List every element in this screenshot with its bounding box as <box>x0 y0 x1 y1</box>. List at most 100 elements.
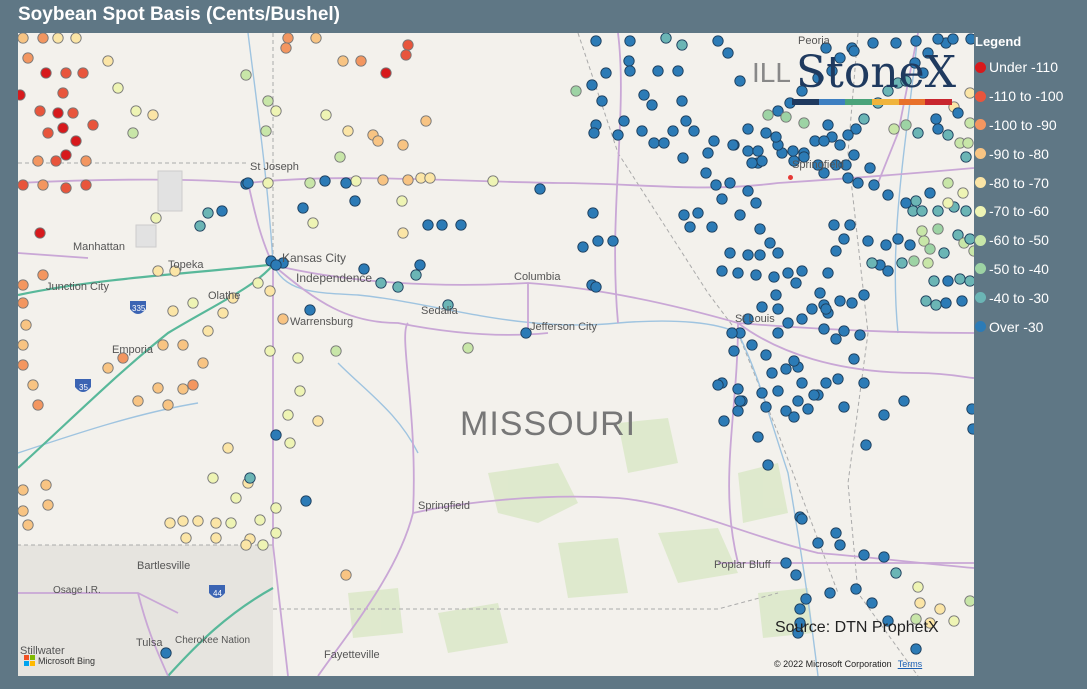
basis-point[interactable] <box>800 593 812 605</box>
basis-point[interactable] <box>914 597 926 609</box>
basis-point[interactable] <box>270 429 282 441</box>
basis-point[interactable] <box>796 377 808 389</box>
basis-point[interactable] <box>900 197 912 209</box>
basis-point[interactable] <box>262 95 274 107</box>
basis-point[interactable] <box>202 325 214 337</box>
basis-point[interactable] <box>586 79 598 91</box>
basis-point[interactable] <box>216 205 228 217</box>
basis-point[interactable] <box>960 205 972 217</box>
basis-point[interactable] <box>782 317 794 329</box>
basis-point[interactable] <box>320 109 332 121</box>
basis-point[interactable] <box>349 195 361 207</box>
basis-point[interactable] <box>722 47 734 59</box>
basis-point[interactable] <box>930 113 942 125</box>
basis-point[interactable] <box>164 517 176 529</box>
basis-point[interactable] <box>942 129 954 141</box>
basis-point[interactable] <box>380 67 392 79</box>
basis-point[interactable] <box>80 155 92 167</box>
basis-point[interactable] <box>967 423 974 435</box>
basis-point[interactable] <box>280 42 292 54</box>
basis-point[interactable] <box>928 275 940 287</box>
basis-point[interactable] <box>624 65 636 77</box>
basis-point[interactable] <box>742 185 754 197</box>
basis-point[interactable] <box>724 177 736 189</box>
basis-point[interactable] <box>788 355 800 367</box>
basis-point[interactable] <box>968 245 974 257</box>
basis-point[interactable] <box>746 339 758 351</box>
legend-item[interactable]: -40 to -30 <box>975 283 1085 312</box>
basis-point[interactable] <box>60 67 72 79</box>
basis-point[interactable] <box>858 377 870 389</box>
basis-point[interactable] <box>908 255 920 267</box>
basis-point[interactable] <box>742 249 754 261</box>
basis-point[interactable] <box>167 305 179 317</box>
basis-point[interactable] <box>652 65 664 77</box>
basis-point[interactable] <box>938 247 950 259</box>
legend-item[interactable]: -70 to -60 <box>975 197 1085 226</box>
basis-point[interactable] <box>487 175 499 187</box>
basis-point[interactable] <box>570 85 582 97</box>
basis-point[interactable] <box>70 135 82 147</box>
basis-point[interactable] <box>50 155 62 167</box>
basis-point[interactable] <box>966 403 974 415</box>
basis-point[interactable] <box>948 615 960 627</box>
basis-point[interactable] <box>718 415 730 427</box>
basis-point[interactable] <box>780 363 792 375</box>
basis-point[interactable] <box>820 303 832 315</box>
basis-point[interactable] <box>954 273 966 285</box>
basis-point[interactable] <box>684 221 696 233</box>
basis-point[interactable] <box>732 383 744 395</box>
basis-point[interactable] <box>244 472 256 484</box>
basis-point[interactable] <box>334 151 346 163</box>
basis-point[interactable] <box>898 395 910 407</box>
basis-point[interactable] <box>956 295 968 307</box>
basis-point[interactable] <box>187 297 199 309</box>
basis-point[interactable] <box>724 247 736 259</box>
basis-point[interactable] <box>672 65 684 77</box>
basis-point[interactable] <box>742 123 754 135</box>
basis-point[interactable] <box>40 479 52 491</box>
basis-point[interactable] <box>676 95 688 107</box>
basis-point[interactable] <box>292 352 304 364</box>
basis-point[interactable] <box>818 323 830 335</box>
basis-point[interactable] <box>607 235 619 247</box>
basis-point[interactable] <box>706 221 718 233</box>
basis-point[interactable] <box>768 271 780 283</box>
basis-point[interactable] <box>402 39 414 51</box>
basis-point[interactable] <box>462 342 474 354</box>
basis-point[interactable] <box>754 249 766 261</box>
basis-point[interactable] <box>732 405 744 417</box>
basis-point[interactable] <box>22 519 34 531</box>
basis-point[interactable] <box>534 183 546 195</box>
basis-point[interactable] <box>892 233 904 245</box>
basis-point[interactable] <box>802 403 814 415</box>
basis-point[interactable] <box>658 137 670 149</box>
basis-point[interactable] <box>760 401 772 413</box>
basis-point[interactable] <box>646 99 658 111</box>
basis-point[interactable] <box>924 187 936 199</box>
basis-point[interactable] <box>932 33 944 45</box>
basis-point[interactable] <box>814 287 826 299</box>
basis-point[interactable] <box>37 179 49 191</box>
basis-point[interactable] <box>822 267 834 279</box>
basis-point[interactable] <box>32 155 44 167</box>
basis-point[interactable] <box>18 339 29 351</box>
basis-point[interactable] <box>772 385 784 397</box>
basis-point[interactable] <box>355 55 367 67</box>
basis-point[interactable] <box>756 155 768 167</box>
basis-point[interactable] <box>588 127 600 139</box>
basis-point[interactable] <box>127 127 139 139</box>
basis-point[interactable] <box>587 207 599 219</box>
basis-point[interactable] <box>402 174 414 186</box>
basis-point[interactable] <box>932 223 944 235</box>
basis-point[interactable] <box>270 502 282 514</box>
basis-point[interactable] <box>858 113 870 125</box>
basis-point[interactable] <box>820 377 832 389</box>
basis-point[interactable] <box>818 135 830 147</box>
basis-point[interactable] <box>964 233 974 245</box>
basis-point[interactable] <box>920 295 932 307</box>
basis-point[interactable] <box>180 532 192 544</box>
basis-point[interactable] <box>808 389 820 401</box>
basis-point[interactable] <box>734 75 746 87</box>
basis-point[interactable] <box>960 151 972 163</box>
